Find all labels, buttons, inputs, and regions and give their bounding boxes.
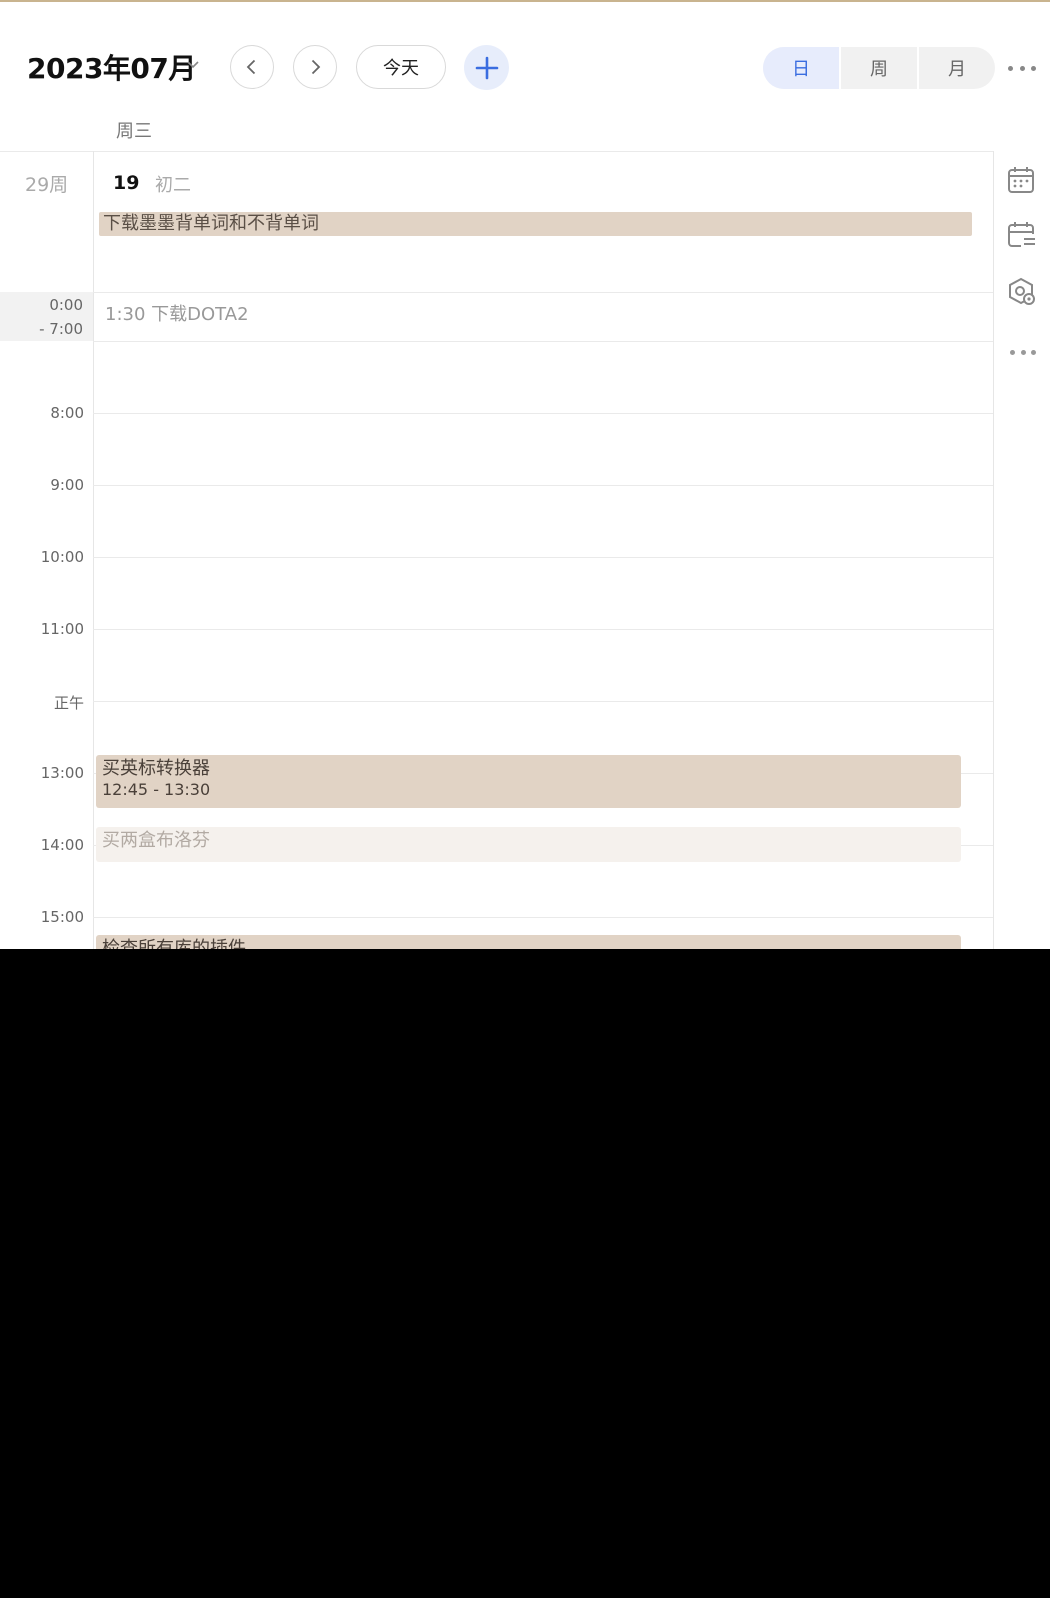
sidebar-more-icon[interactable] <box>1010 349 1036 355</box>
hour-line <box>93 557 993 558</box>
hour-label: 11:00 <box>40 620 84 638</box>
event-title: 买英标转换器 <box>102 758 210 779</box>
collapsed-to: - 7:00 <box>39 320 83 338</box>
hour-line <box>93 413 993 414</box>
chevron-left-icon <box>246 59 256 75</box>
sidebar-divider <box>993 151 994 949</box>
today-button[interactable]: 今天 <box>356 45 446 89</box>
hour-label: 15:00 <box>40 908 84 926</box>
hour-label: 14:00 <box>40 836 84 854</box>
hour-label: 13:00 <box>40 764 84 782</box>
hour-line <box>93 701 993 702</box>
week-number: 29周 <box>25 174 69 196</box>
event-card[interactable]: 买英标转换器 12:45 - 13:30 <box>96 755 961 808</box>
event-card[interactable]: 检查所有库的插件 <box>96 935 961 949</box>
day-number[interactable]: 19 <box>113 172 139 194</box>
more-options-icon[interactable] <box>1008 58 1036 78</box>
window-top-accent <box>0 0 1050 2</box>
add-event-button[interactable] <box>464 45 509 90</box>
hour-label: 9:00 <box>50 476 84 494</box>
location-settings-icon[interactable] <box>1006 276 1036 306</box>
next-month-button[interactable] <box>293 45 337 89</box>
plus-icon <box>475 56 498 79</box>
header-divider <box>0 151 993 152</box>
chevron-down-icon[interactable] <box>186 58 200 72</box>
all-day-event[interactable]: 下载墨墨背单词和不背单词 <box>99 212 972 236</box>
calendar-app: 2023年07月 今天 日 周 月 周三 29周 19 初二 下载墨墨背单词和不… <box>0 0 1050 949</box>
prev-month-button[interactable] <box>230 45 274 89</box>
event-time: 12:45 - 13:30 <box>102 780 211 799</box>
event-title: 买两盒布洛芬 <box>102 830 210 851</box>
all-day-divider <box>0 292 993 293</box>
view-switch: 日 周 月 <box>763 47 995 89</box>
hour-line <box>93 917 993 918</box>
month-title[interactable]: 2023年07月 <box>27 47 196 87</box>
view-month-tab[interactable]: 月 <box>919 47 995 89</box>
weekday-label: 周三 <box>116 121 152 142</box>
calendar-list-icon[interactable] <box>1006 220 1036 250</box>
collapsed-event[interactable]: 1:30 下载DOTA2 <box>105 300 249 326</box>
view-day-tab[interactable]: 日 <box>763 47 841 89</box>
hour-label: 10:00 <box>40 548 84 566</box>
collapsed-from: 0:00 <box>49 296 83 314</box>
event-title: 检查所有库的插件 <box>102 938 246 949</box>
collapsed-hours-label[interactable]: 0:00 - 7:00 <box>0 292 93 341</box>
hour-label: 正午 <box>53 694 84 712</box>
event-card[interactable]: 买两盒布洛芬 <box>96 827 961 862</box>
time-column-divider <box>93 151 94 949</box>
hour-line <box>93 629 993 630</box>
chevron-right-icon <box>311 59 321 75</box>
hour-label: 8:00 <box>50 404 84 422</box>
hour-line <box>93 341 993 342</box>
lunar-date: 初二 <box>155 175 191 196</box>
view-week-tab[interactable]: 周 <box>841 47 919 89</box>
hour-line <box>93 485 993 486</box>
calendar-grid-icon[interactable] <box>1006 165 1036 195</box>
